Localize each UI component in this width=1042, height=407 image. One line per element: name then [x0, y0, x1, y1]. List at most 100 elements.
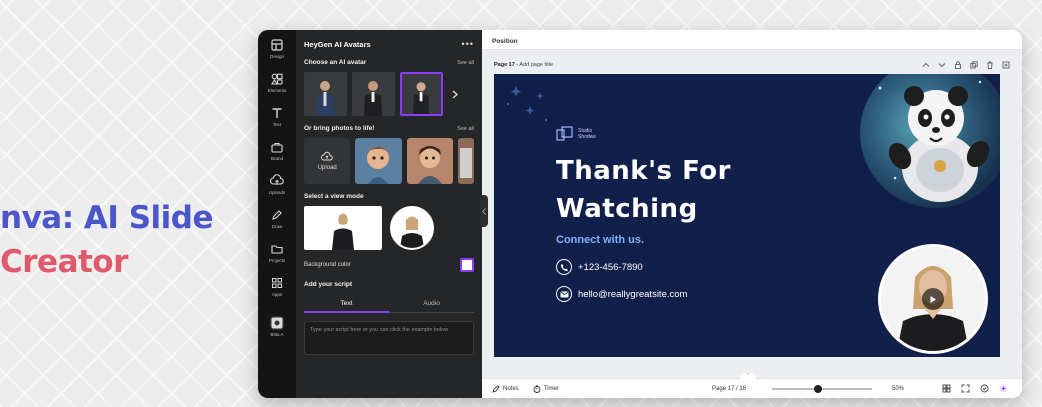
- photo-option-cartoon-man[interactable]: [406, 138, 454, 184]
- left-rail: Design Elements Text Brand Uploads Draw …: [258, 30, 296, 398]
- photo-list: Upload: [304, 138, 475, 184]
- rail-label: Bitta A: [270, 332, 284, 337]
- timer-label: Timer: [543, 385, 559, 392]
- page-actions: [922, 61, 1010, 69]
- rail-item-projects[interactable]: Projects: [269, 242, 285, 263]
- elements-icon: [270, 73, 283, 85]
- see-all-photos-link[interactable]: See all: [457, 126, 474, 132]
- background-color-label: Background color: [304, 262, 351, 268]
- play-icon: [930, 295, 936, 303]
- avatars-next-button[interactable]: [448, 72, 462, 116]
- magic-assist-icon[interactable]: [999, 384, 1008, 393]
- tab-audio[interactable]: Audio: [389, 296, 474, 313]
- timer-button[interactable]: Timer: [533, 384, 559, 393]
- canva-app-window: Design Elements Text Brand Uploads Draw …: [258, 30, 1022, 398]
- draw-icon: [272, 210, 282, 220]
- heygen-panel: HeyGen AI Avatars ••• Choose an AI avata…: [296, 30, 488, 398]
- rail-item-draw[interactable]: Draw: [270, 208, 284, 229]
- panda-astronaut-image: [860, 74, 1000, 208]
- connect-heading: Connect with us.: [556, 234, 644, 246]
- editor-area: Position Page 17 - Add page title Studio…: [482, 30, 1022, 398]
- app-icon: [270, 316, 284, 330]
- page-count[interactable]: Page 17 / 18: [712, 386, 746, 392]
- chevron-up-icon[interactable]: [922, 61, 930, 69]
- avatar-option[interactable]: [352, 72, 395, 116]
- avatar-option-selected[interactable]: [400, 72, 443, 116]
- play-button[interactable]: [922, 288, 944, 310]
- page-title-placeholder: - Add page title: [514, 62, 554, 68]
- notes-button[interactable]: Notes: [492, 384, 519, 393]
- chevron-left-icon: [482, 207, 486, 215]
- chevron-down-icon[interactable]: [938, 61, 946, 69]
- view-mode-list: [304, 206, 474, 250]
- avatar-figure: [412, 82, 430, 114]
- avatar-figure: [364, 81, 382, 116]
- zoom-slider-handle[interactable]: [814, 385, 822, 393]
- presenter-video[interactable]: [878, 244, 988, 354]
- choose-avatar-title: Choose an AI avatar: [304, 59, 367, 66]
- page-bar: Page 17 - Add page title: [494, 58, 1010, 72]
- view-mode-title: Select a view mode: [304, 193, 364, 200]
- zoom-value[interactable]: 50%: [892, 386, 904, 392]
- grid-view-icon[interactable]: [942, 384, 951, 393]
- brand-line-2: Shodwe: [578, 134, 597, 140]
- see-all-avatars-link[interactable]: See all: [457, 60, 474, 66]
- slide-canvas[interactable]: Studio Shodwe Thank's For Watching Conne…: [494, 74, 1000, 357]
- view-controls: [942, 384, 1008, 393]
- page-title-field[interactable]: Page 17 - Add page title: [494, 62, 553, 68]
- brand-logo: Studio Shodwe: [556, 126, 596, 142]
- rail-item-apps[interactable]: Apps: [270, 276, 284, 297]
- rail-label: Uploads: [268, 190, 286, 195]
- phone-icon: [556, 259, 572, 275]
- rail-label: Text: [272, 122, 282, 127]
- slide-title-line-1: Thank's For: [556, 156, 731, 186]
- apps-icon: [272, 278, 282, 288]
- trash-icon[interactable]: [986, 61, 994, 69]
- lock-icon[interactable]: [954, 61, 962, 69]
- upload-label: Upload: [317, 165, 337, 171]
- headline-line-1: nva: AI Slide: [0, 200, 214, 236]
- phone-row: +123-456-7890: [556, 259, 643, 275]
- avatar-option[interactable]: [304, 72, 347, 116]
- panda-astronaut-illustration: [878, 80, 990, 202]
- position-button[interactable]: Position: [492, 38, 518, 45]
- panel-title: HeyGen AI Avatars: [304, 39, 371, 49]
- zoom-slider[interactable]: [772, 385, 872, 393]
- rail-item-text[interactable]: Text: [270, 106, 284, 127]
- sparkle-decoration: [506, 86, 548, 122]
- expand-pages-handle[interactable]: ⌃: [740, 373, 756, 379]
- email-address: hello@reallygreatsite.com: [578, 288, 688, 300]
- design-icon: [271, 39, 283, 51]
- collapse-panel-handle[interactable]: [480, 195, 488, 227]
- partial-photo-image: [458, 138, 475, 184]
- cartoon-boy-image: [355, 138, 402, 184]
- photo-option-cartoon-boy[interactable]: [355, 138, 402, 184]
- tab-text[interactable]: Text: [304, 296, 389, 313]
- background-color-swatch[interactable]: [460, 258, 474, 272]
- timer-icon: [533, 384, 541, 393]
- rail-label: Brand: [270, 156, 283, 161]
- rail-label: Apps: [271, 292, 283, 297]
- rail-item-uploads[interactable]: Uploads: [268, 174, 286, 195]
- rail-item-app[interactable]: Bitta A: [270, 316, 284, 337]
- more-options-icon[interactable]: •••: [462, 39, 474, 49]
- photo-option-partial[interactable]: [458, 138, 475, 184]
- slide-title: Thank's For Watching: [556, 152, 731, 228]
- presenter-full-image: [332, 213, 354, 250]
- script-input[interactable]: Type your script here or you can click t…: [304, 321, 474, 355]
- rail-item-brand[interactable]: Brand: [270, 140, 284, 161]
- add-page-icon[interactable]: [1002, 61, 1010, 69]
- duplicate-icon[interactable]: [970, 61, 978, 69]
- uploads-icon: [270, 174, 284, 185]
- view-mode-full[interactable]: [304, 206, 382, 250]
- rail-item-design[interactable]: Design: [270, 38, 284, 59]
- status-bar: ⌃ Notes Timer Page 17 / 18 50%: [482, 373, 1022, 398]
- upload-button[interactable]: Upload: [304, 138, 351, 184]
- headline-line-2: Creator: [0, 244, 128, 280]
- rail-item-elements[interactable]: Elements: [268, 72, 286, 93]
- editor-toolbar: Position: [482, 30, 1022, 50]
- fullscreen-icon[interactable]: [961, 384, 970, 393]
- check-circle-icon[interactable]: [980, 384, 989, 393]
- email-icon: [556, 286, 572, 302]
- view-mode-circle[interactable]: [390, 206, 434, 250]
